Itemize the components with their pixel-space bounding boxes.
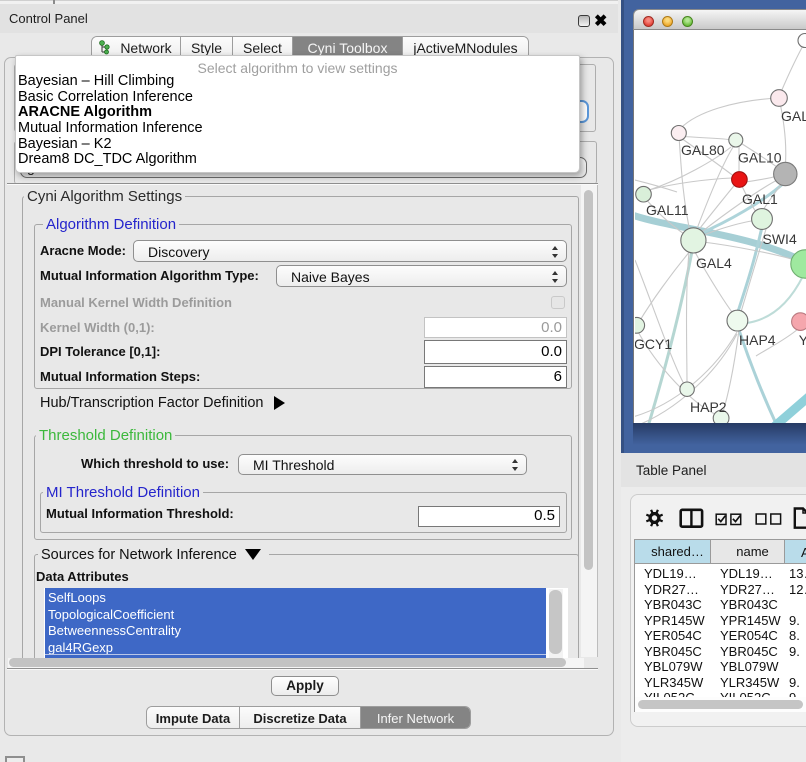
svg-text:HAP2: HAP2 bbox=[690, 399, 727, 415]
svg-text:GAL11: GAL11 bbox=[646, 202, 689, 218]
svg-text:GAL: GAL bbox=[781, 108, 806, 124]
svg-text:Y: Y bbox=[799, 332, 806, 348]
svg-text:GAL80: GAL80 bbox=[681, 142, 725, 158]
svg-text:GAL4: GAL4 bbox=[696, 255, 732, 271]
svg-text:SWI4: SWI4 bbox=[763, 231, 797, 247]
svg-text:GCY1: GCY1 bbox=[635, 336, 672, 352]
svg-text:GAL10: GAL10 bbox=[738, 150, 782, 166]
svg-text:GAL1: GAL1 bbox=[742, 191, 778, 207]
svg-text:HAP4: HAP4 bbox=[739, 332, 776, 348]
